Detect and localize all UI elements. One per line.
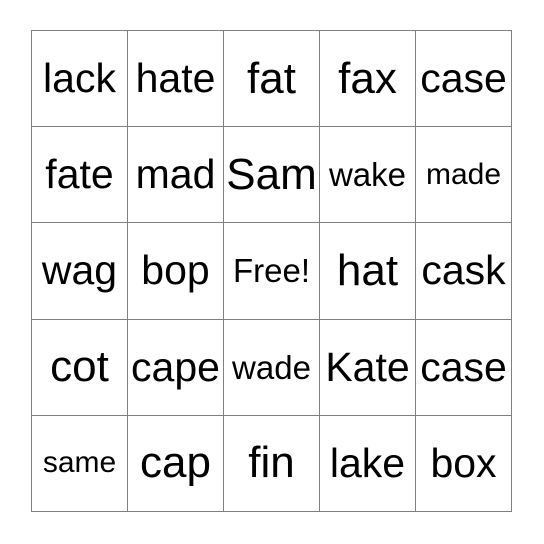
- bingo-cell[interactable]: bop: [128, 223, 224, 320]
- bingo-cell[interactable]: lack: [32, 31, 128, 128]
- bingo-cell-label: cot: [50, 342, 109, 392]
- bingo-cell[interactable]: case: [416, 31, 512, 128]
- bingo-cell[interactable]: cask: [416, 223, 512, 320]
- bingo-cell-label: case: [420, 343, 507, 390]
- bingo-cell[interactable]: cape: [128, 319, 224, 416]
- bingo-cell-label: mad: [135, 151, 216, 198]
- bingo-cell[interactable]: Kate: [320, 319, 416, 416]
- bingo-cell-label: case: [420, 55, 507, 102]
- bingo-cell[interactable]: cap: [128, 415, 224, 512]
- bingo-cell[interactable]: same: [32, 415, 128, 512]
- bingo-cell[interactable]: Sam: [224, 127, 320, 224]
- bingo-cell[interactable]: wag: [32, 223, 128, 320]
- bingo-cell-label: box: [430, 439, 497, 486]
- bingo-cell[interactable]: made: [416, 127, 512, 224]
- bingo-cell[interactable]: fin: [224, 415, 320, 512]
- bingo-cell[interactable]: case: [416, 319, 512, 416]
- bingo-cell-label: lack: [43, 55, 116, 102]
- bingo-cell-label: Kate: [325, 343, 410, 390]
- bingo-cell-free-space[interactable]: Free!: [224, 223, 320, 320]
- bingo-cell-label: hate: [135, 55, 216, 102]
- bingo-cell[interactable]: cot: [32, 319, 128, 416]
- bingo-cell-label: cask: [421, 247, 506, 294]
- bingo-cell-label: fat: [247, 53, 296, 103]
- bingo-cell-label: fin: [248, 438, 295, 488]
- bingo-cell[interactable]: fate: [32, 127, 128, 224]
- bingo-cell[interactable]: fat: [224, 31, 320, 128]
- bingo-cell-label: wade: [232, 348, 311, 386]
- bingo-cell-label: cap: [140, 438, 211, 488]
- bingo-cell-label: Free!: [232, 252, 311, 290]
- bingo-cell[interactable]: mad: [128, 127, 224, 224]
- bingo-cell-label: same: [42, 446, 117, 480]
- bingo-cell-label: fate: [45, 151, 114, 198]
- bingo-cell[interactable]: wade: [224, 319, 320, 416]
- bingo-cell[interactable]: lake: [320, 415, 416, 512]
- bingo-cell[interactable]: hat: [320, 223, 416, 320]
- bingo-cell-label: wag: [41, 247, 118, 294]
- bingo-cell-label: wake: [328, 156, 407, 194]
- bingo-cell-label: fax: [338, 53, 397, 103]
- bingo-cell-label: cape: [131, 343, 220, 390]
- bingo-card-grid: lack hate fat fax case fate mad Sam wake made wag b…: [31, 30, 512, 512]
- bingo-cell-label: bop: [141, 247, 210, 294]
- bingo-cell[interactable]: wake: [320, 127, 416, 224]
- bingo-cell[interactable]: hate: [128, 31, 224, 128]
- bingo-cell[interactable]: box: [416, 415, 512, 512]
- bingo-cell-label: hat: [336, 245, 399, 295]
- bingo-cell-label: made: [425, 157, 502, 191]
- bingo-cell-label: lake: [329, 439, 406, 486]
- bingo-cell[interactable]: fax: [320, 31, 416, 128]
- bingo-cell-label: Sam: [226, 149, 317, 199]
